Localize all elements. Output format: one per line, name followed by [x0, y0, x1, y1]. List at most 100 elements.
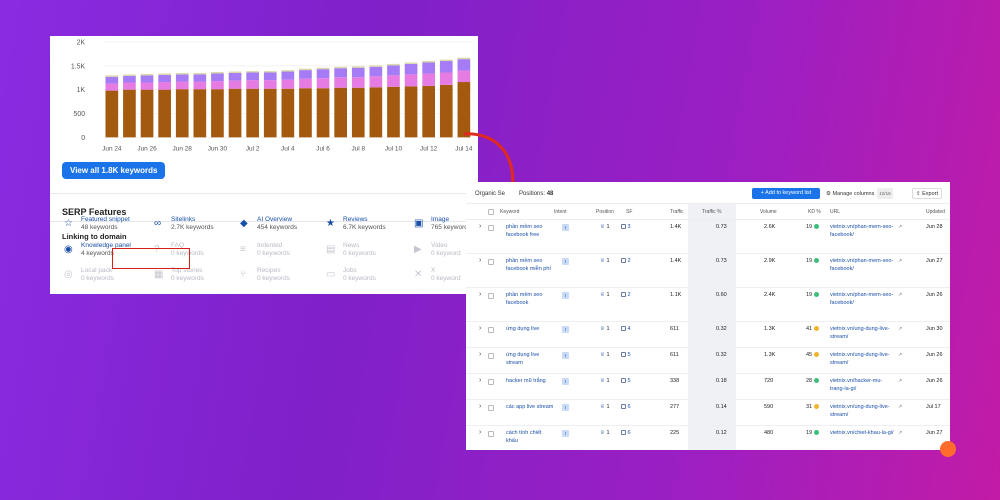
bar-segment[interactable]: [193, 89, 207, 138]
bar-segment[interactable]: [175, 89, 189, 138]
external-link-icon[interactable]: ↗: [898, 326, 902, 332]
row-checkbox[interactable]: [488, 225, 494, 231]
bar-segment[interactable]: [369, 76, 383, 88]
chevron-right-icon[interactable]: ›: [479, 351, 481, 358]
bar-segment[interactable]: [281, 88, 295, 138]
bar-segment[interactable]: [228, 80, 242, 89]
bar-segment[interactable]: [211, 89, 224, 138]
header-intent[interactable]: Intent: [554, 209, 567, 215]
sf-cell[interactable]: 6: [620, 404, 631, 410]
bar-segment[interactable]: [299, 88, 312, 138]
url-link[interactable]: vietnix.vn/chiet-khau-la-gi/: [830, 430, 894, 438]
bar-segment[interactable]: [123, 89, 136, 138]
bar-segment[interactable]: [175, 81, 189, 90]
bar-segment[interactable]: [193, 81, 207, 90]
bar-segment[interactable]: [334, 77, 347, 88]
serp-feature-indented[interactable]: ≡ Indented 0 keywords: [240, 242, 290, 258]
bar-segment[interactable]: [158, 82, 171, 90]
bar-segment[interactable]: [457, 59, 471, 71]
url-link[interactable]: vietnix.vn/ung-dung-live-stream/: [830, 326, 894, 341]
chevron-right-icon[interactable]: ›: [479, 223, 481, 230]
bar-segment[interactable]: [105, 75, 119, 77]
external-link-icon[interactable]: ↗: [898, 378, 902, 384]
bar-segment[interactable]: [351, 87, 365, 138]
bar-segment[interactable]: [369, 65, 383, 67]
chevron-right-icon[interactable]: ›: [479, 429, 481, 436]
bar-segment[interactable]: [404, 63, 418, 75]
bar-segment[interactable]: [369, 66, 383, 77]
row-checkbox[interactable]: [488, 327, 494, 333]
row-checkbox[interactable]: [488, 379, 494, 385]
bar-segment[interactable]: [404, 86, 418, 138]
bar-segment[interactable]: [246, 88, 259, 138]
external-link-icon[interactable]: ↗: [898, 352, 902, 358]
export-button[interactable]: ⇪ Export: [912, 188, 943, 199]
bar-segment[interactable]: [334, 68, 347, 78]
table-row[interactable]: › phần mềm seo facebook I ♕ 1 2 1.1K 0.60 2.4K…: [466, 288, 950, 322]
chevron-right-icon[interactable]: ›: [479, 291, 481, 298]
serp-feature-sitelinks[interactable]: ∞ Sitelinks 2.7K keywords: [154, 216, 214, 232]
row-checkbox[interactable]: [488, 405, 494, 411]
bar-segment[interactable]: [263, 71, 277, 73]
bar-segment[interactable]: [422, 85, 436, 138]
bar-segment[interactable]: [422, 62, 436, 74]
bar-segment[interactable]: [422, 61, 436, 63]
serp-feature-jobs[interactable]: ▭ Jobs 0 keywords: [326, 267, 376, 283]
row-checkbox[interactable]: [488, 293, 494, 299]
bar-segment[interactable]: [140, 89, 154, 138]
serp-feature-reviews-star[interactable]: ★ Reviews 6.7K keywords: [326, 216, 386, 232]
serp-feature-video[interactable]: ▶ Video 0 keyword: [414, 242, 461, 258]
bar-segment[interactable]: [246, 80, 259, 89]
keyword-link[interactable]: phần mềm seo facebook free: [506, 224, 554, 239]
serp-feature-featured-snippet[interactable]: ☆ Featured snippet 48 keywords: [64, 216, 130, 232]
keyword-link[interactable]: cách tính chiết khấu: [506, 430, 554, 445]
serp-feature-ai-overview[interactable]: ◆ AI Overview 454 keywords: [240, 216, 297, 232]
bar-segment[interactable]: [351, 67, 365, 78]
bar-segment[interactable]: [439, 61, 453, 73]
bar-segment[interactable]: [422, 73, 436, 86]
table-row[interactable]: › các app live stream I ♕ 1 6 277 0.14 590 31 vi…: [466, 400, 950, 426]
table-row[interactable]: › ứng dụng live stream I ♕ 1 5 611 0.32 1.3K 45…: [466, 348, 950, 374]
bar-segment[interactable]: [105, 76, 119, 84]
bar-segment[interactable]: [228, 71, 242, 73]
bar-segment[interactable]: [387, 86, 400, 138]
external-link-icon[interactable]: ↗: [898, 430, 902, 436]
bar-segment[interactable]: [123, 82, 136, 90]
table-row[interactable]: › cách tính chiết khấu I ♕ 1 6 225 0.12 480 19 v…: [466, 426, 950, 450]
keyword-link[interactable]: hacker mũ trắng: [506, 378, 554, 386]
table-row[interactable]: › phần mềm seo facebook miễn phí I ♕ 1 2 1.4…: [466, 254, 950, 288]
external-link-icon[interactable]: ↗: [898, 258, 902, 264]
table-row[interactable]: › hacker mũ trắng I ♕ 1 5 338 0.18 720 28 vietni…: [466, 374, 950, 400]
bar-segment[interactable]: [140, 75, 154, 83]
bar-segment[interactable]: [387, 65, 400, 76]
row-checkbox[interactable]: [488, 353, 494, 359]
bar-segment[interactable]: [123, 75, 136, 83]
view-all-keywords-button[interactable]: View all 1.8K keywords: [62, 162, 166, 179]
bar-segment[interactable]: [105, 83, 119, 91]
bar-segment[interactable]: [457, 57, 471, 60]
bar-segment[interactable]: [246, 71, 259, 73]
header-keyword[interactable]: Keyword: [500, 209, 519, 215]
bar-segment[interactable]: [175, 74, 189, 82]
bar-segment[interactable]: [140, 82, 154, 90]
bar-segment[interactable]: [299, 78, 312, 89]
bar-segment[interactable]: [351, 77, 365, 88]
serp-feature-top-stories[interactable]: ▦ Top stories 0 keywords: [154, 267, 204, 283]
keyword-link[interactable]: các app live stream: [506, 404, 554, 412]
bar-segment[interactable]: [281, 71, 295, 80]
chevron-right-icon[interactable]: ›: [479, 377, 481, 384]
sf-cell[interactable]: 2: [620, 292, 631, 298]
serp-feature-recipes[interactable]: ⑂ Recipes 0 keywords: [240, 267, 290, 283]
bar-segment[interactable]: [316, 69, 330, 79]
row-checkbox[interactable]: [488, 431, 494, 437]
bar-segment[interactable]: [211, 81, 224, 90]
bar-segment[interactable]: [334, 66, 347, 69]
external-link-icon[interactable]: ↗: [898, 404, 902, 410]
bar-segment[interactable]: [175, 72, 189, 75]
header-url[interactable]: URL: [830, 209, 840, 215]
sf-cell[interactable]: 6: [620, 430, 631, 436]
bar-segment[interactable]: [263, 72, 277, 81]
bar-segment[interactable]: [334, 87, 347, 138]
bar-segment[interactable]: [387, 75, 400, 87]
url-link[interactable]: vietnix.vn/hacker-mu-trang-la-gi/: [830, 378, 894, 393]
